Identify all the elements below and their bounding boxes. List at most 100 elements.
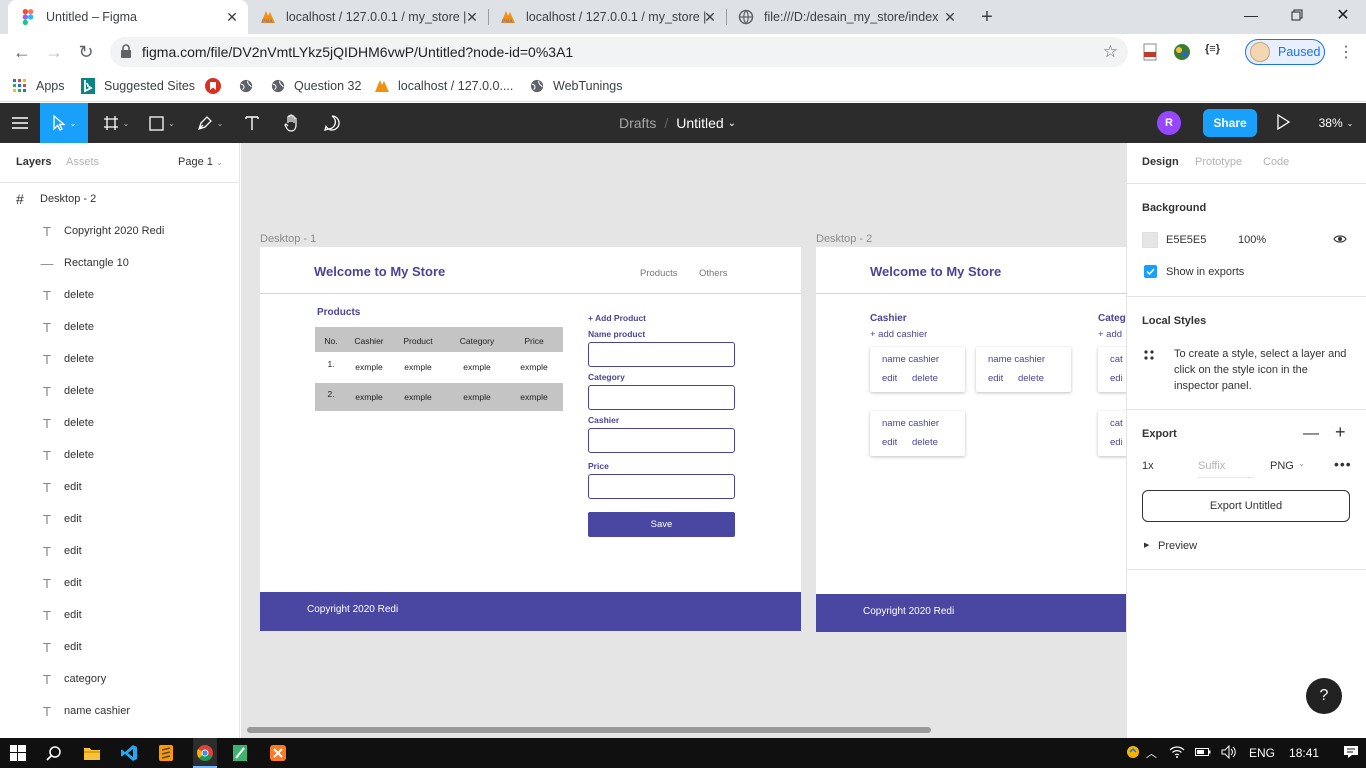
export-format[interactable]: PNG [1270,460,1294,472]
file-name[interactable]: Untitled [676,115,723,131]
notifications-icon[interactable] [1343,745,1359,762]
export-button[interactable]: Export Untitled [1142,490,1350,522]
layer-frame-desktop-2[interactable]: # Desktop - 2 [0,183,239,215]
wifi-icon[interactable] [1169,745,1185,761]
layer-item[interactable]: Tedit [0,567,239,599]
profile-paused-button[interactable]: Paused [1245,39,1325,65]
extension-globe-icon[interactable] [1173,43,1191,61]
layer-item[interactable]: Tedit [0,471,239,503]
more-options-icon[interactable]: ••• [1334,456,1352,472]
windows-start-icon[interactable] [8,743,28,763]
bookmark-webtunings[interactable]: WebTunings [529,77,622,95]
close-window-icon[interactable]: ✕ [1320,0,1366,30]
layer-item[interactable]: Tedit [0,503,239,535]
frame-desktop-2[interactable]: Welcome to My Store Cashier + add cashie… [816,247,1126,632]
update-icon[interactable] [1126,745,1140,762]
tab-assets[interactable]: Assets [66,156,99,168]
layer-item[interactable]: Tdelete [0,311,239,343]
layer-item[interactable]: Tdelete [0,343,239,375]
bookmark-question-32[interactable]: Question 32 [270,77,361,95]
preview-toggle[interactable]: Preview [1158,540,1197,552]
chevron-up-icon[interactable]: ︿ [1146,745,1157,761]
tab-layers[interactable]: Layers [16,156,51,168]
tab-prototype[interactable]: Prototype [1195,156,1242,168]
sublime-text-icon[interactable] [156,743,176,763]
tab-code[interactable]: Code [1263,156,1289,168]
horizontal-scrollbar[interactable] [247,727,931,733]
reload-icon[interactable]: ↻ [72,38,100,66]
comment-tool-icon[interactable] [318,103,346,143]
layer-item[interactable]: Tname cashier [0,695,239,727]
bookmark-localhost[interactable]: localhost / 127.0.0.... [374,77,513,95]
export-suffix-input[interactable]: Suffix [1198,460,1225,472]
background-hex[interactable]: E5E5E5 [1166,234,1206,246]
hand-tool-icon[interactable] [278,103,306,143]
present-play-icon[interactable] [1274,113,1292,131]
bookmark-apps[interactable]: Apps [12,77,65,95]
tab-phpmyadmin-1[interactable]: PMA localhost / 127.0.0.1 / my_store | ✕ [248,0,488,34]
layer-item[interactable]: Tedit [0,631,239,663]
address-bar[interactable]: figma.com/file/DV2nVmtLYkz5jQIDHM6vwP/Un… [110,37,1128,67]
eye-icon[interactable] [1333,232,1347,250]
frame-label[interactable]: Desktop - 1 [260,233,316,245]
new-tab-icon[interactable]: + [976,7,998,27]
chevron-down-icon[interactable]: ⌄ [728,118,736,129]
layer-item[interactable]: Tdelete [0,279,239,311]
show-in-exports-checkbox[interactable] [1144,265,1157,278]
plus-icon[interactable]: + [1335,422,1346,443]
close-tab-icon[interactable]: ✕ [702,9,718,25]
clock[interactable]: 18:41 [1289,746,1319,760]
layer-item[interactable]: Tdelete [0,407,239,439]
layer-item[interactable]: Tdelete [0,439,239,471]
caret-right-icon[interactable]: ▶ [1144,541,1149,549]
menu-dots-icon[interactable]: ⋮ [1332,38,1360,66]
forward-icon[interactable]: → [40,38,68,66]
volume-icon[interactable] [1221,744,1237,762]
layer-item[interactable]: T Copyright 2020 Redi [0,215,239,247]
pen-tool-icon[interactable]: ⌄ [190,103,230,143]
search-icon[interactable] [44,743,64,763]
main-menu-icon[interactable] [0,103,40,143]
close-tab-icon[interactable]: ✕ [464,9,480,25]
file-explorer-icon[interactable] [82,743,102,763]
frame-label[interactable]: Desktop - 2 [816,233,872,245]
bookmark-suggested-sites[interactable]: Suggested Sites [80,77,195,95]
tab-local-file[interactable]: file:///D:/desain_my_store/index. ✕ [726,0,966,34]
export-scale[interactable]: 1x [1142,460,1154,472]
json-extension-icon[interactable]: {≡} [1205,43,1227,61]
bookmark-globe[interactable] [238,77,262,95]
chevron-down-icon[interactable]: ⌄ [1298,459,1305,468]
layer-item[interactable]: Tcategory [0,663,239,695]
share-button[interactable]: Share [1203,109,1257,137]
design-canvas[interactable]: Desktop - 1 Welcome to My Store Products… [241,143,1126,738]
shape-tool-icon[interactable]: ⌄ [142,103,182,143]
xampp-icon[interactable] [268,743,288,763]
text-tool-icon[interactable] [238,103,266,143]
chrome-icon[interactable] [193,738,217,768]
minus-icon[interactable]: — [1303,425,1319,443]
help-button[interactable]: ? [1306,678,1342,714]
pdf-extension-icon[interactable] [1142,43,1160,61]
vscode-icon[interactable] [119,743,139,763]
notepad-icon[interactable] [230,743,250,763]
close-tab-icon[interactable]: ✕ [942,9,958,25]
bookmark-red[interactable] [205,77,229,95]
language-indicator[interactable]: ENG [1249,746,1275,760]
zoom-control[interactable]: 38% ⌄ [1316,103,1356,143]
close-tab-icon[interactable]: ✕ [224,9,240,25]
minimize-icon[interactable]: — [1228,0,1274,30]
background-swatch[interactable] [1142,232,1158,248]
page-selector[interactable]: Page 1 ⌄ [178,156,223,168]
back-icon[interactable]: ← [8,38,36,66]
tab-figma[interactable]: Untitled – Figma ✕ [8,0,248,34]
frame-tool-icon[interactable]: ⌄ [96,103,136,143]
tab-design[interactable]: Design [1142,156,1179,168]
layer-item[interactable]: Tedit [0,599,239,631]
layer-item[interactable]: — Rectangle 10 [0,247,239,279]
frame-desktop-1[interactable]: Welcome to My Store Products Others Prod… [260,247,801,631]
move-tool-icon[interactable]: ⌄ [40,103,88,143]
maximize-icon[interactable] [1274,0,1320,30]
layer-item[interactable]: Tdelete [0,375,239,407]
tab-phpmyadmin-2[interactable]: PMA localhost / 127.0.0.1 / my_store | ✕ [488,0,726,34]
bookmark-star-icon[interactable]: ☆ [1103,42,1118,62]
